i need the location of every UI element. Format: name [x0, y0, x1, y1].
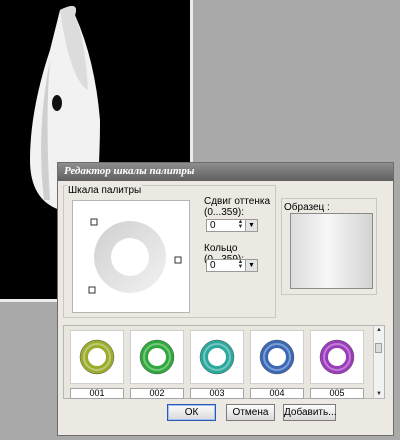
- sample-preview: [290, 213, 373, 289]
- control-handle-bottom-left[interactable]: [88, 286, 96, 294]
- palette-thumbnail[interactable]: [250, 330, 304, 384]
- palette-ring-icon: [79, 339, 115, 375]
- scroll-thumb[interactable]: [375, 343, 382, 353]
- palette-thumbnail[interactable]: [310, 330, 364, 384]
- control-handle-top-left[interactable]: [90, 218, 98, 226]
- palette-ring-canvas[interactable]: [72, 200, 190, 313]
- palette-thumbnails-list: 001 002 003 004 005 ▲ ▼: [63, 325, 385, 399]
- palette-thumbnail[interactable]: [190, 330, 244, 384]
- thumbnails-scrollbar[interactable]: ▲ ▼: [373, 326, 384, 398]
- palette-thumbnail[interactable]: [130, 330, 184, 384]
- palette-ring-icon: [259, 339, 295, 375]
- thumbnail-label: 003: [190, 388, 244, 399]
- palette-thumbnail[interactable]: [70, 330, 124, 384]
- hue-shift-spinner[interactable]: 0 ▲ ▼ ▼: [206, 219, 258, 232]
- dialog-titlebar[interactable]: Редактор шкалы палитры: [58, 163, 393, 181]
- ring-spinner[interactable]: 0 ▲ ▼ ▼: [206, 259, 258, 272]
- spin-arrows-icon[interactable]: ▲ ▼: [236, 259, 245, 271]
- thumbnail-label: 004: [250, 388, 304, 399]
- cancel-button[interactable]: Отмена: [226, 404, 275, 421]
- ring-value: 0: [210, 260, 216, 271]
- palette-ring-icon: [319, 339, 355, 375]
- dialog-title: Редактор шкалы палитры: [64, 165, 195, 177]
- dropdown-arrow-icon[interactable]: ▼: [245, 220, 257, 231]
- scroll-down-icon[interactable]: ▼: [374, 391, 384, 397]
- sample-label: Образец :: [284, 202, 330, 213]
- palette-ring-icon: [199, 339, 235, 375]
- ok-button[interactable]: ОК: [167, 404, 216, 421]
- scroll-up-icon[interactable]: ▲: [374, 327, 384, 333]
- palette-ring-icon: [139, 339, 175, 375]
- hue-shift-label: Сдвиг оттенка (0...359):: [204, 196, 271, 218]
- thumbnail-label: 002: [130, 388, 184, 399]
- palette-scale-label: Шкала палитры: [67, 185, 143, 196]
- palette-ring-center: [111, 238, 149, 276]
- thumbnail-label: 001: [70, 388, 124, 399]
- add-button[interactable]: Добавить...: [283, 404, 337, 421]
- spin-arrows-icon[interactable]: ▲ ▼: [236, 219, 245, 231]
- thumbnail-label: 005: [310, 388, 364, 399]
- hue-shift-value: 0: [210, 220, 216, 231]
- control-handle-right[interactable]: [174, 256, 182, 264]
- palette-scale-editor-dialog: Редактор шкалы палитры Шкала палитры Сдв…: [57, 162, 394, 436]
- dropdown-arrow-icon[interactable]: ▼: [245, 260, 257, 271]
